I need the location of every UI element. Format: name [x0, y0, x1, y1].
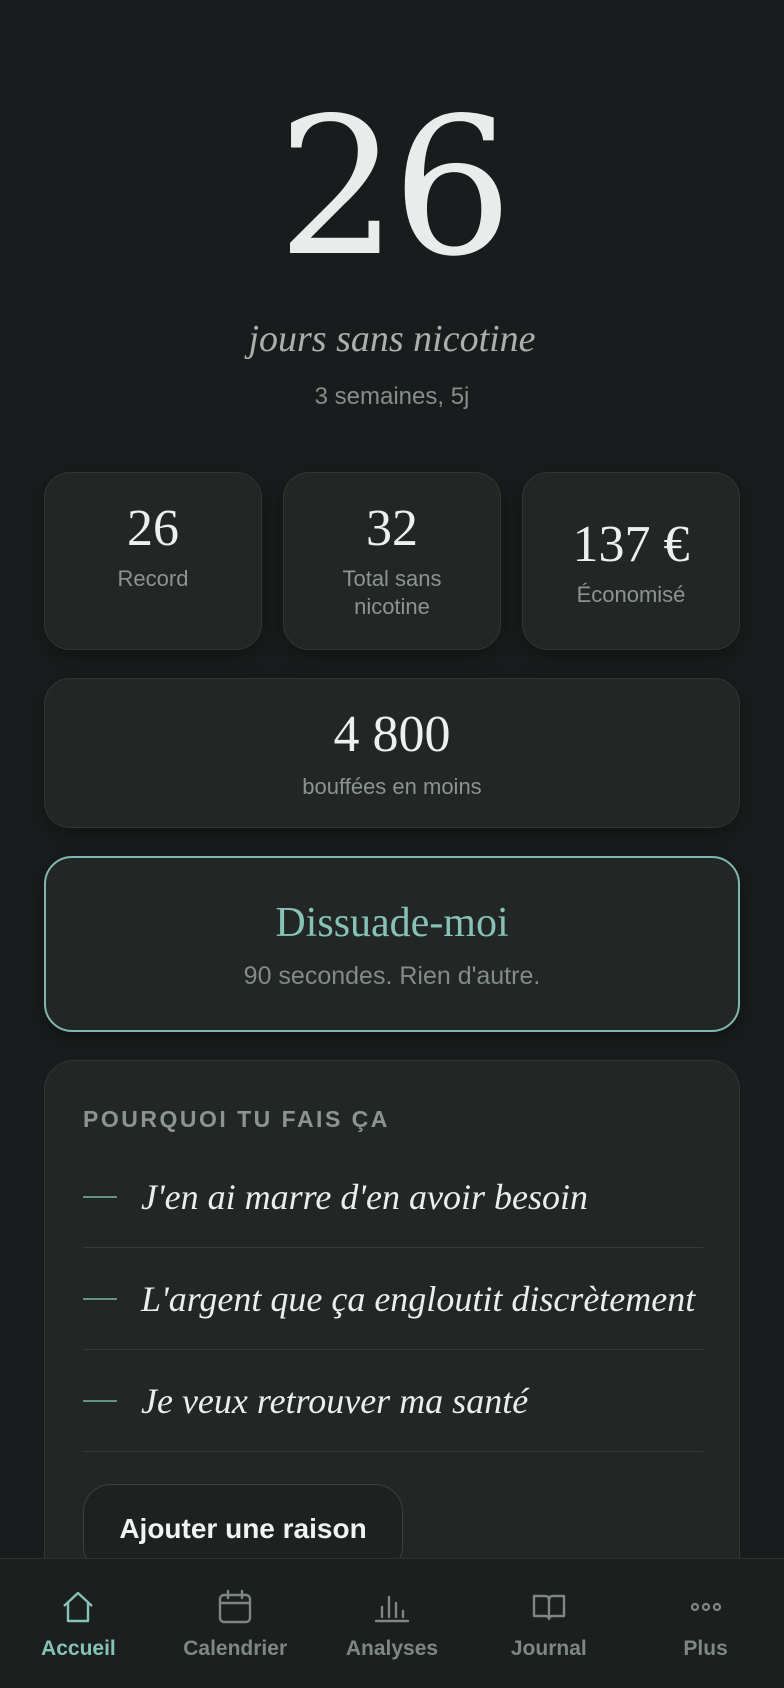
streak-days: 26: [277, 77, 513, 298]
streak-label: jours sans nicotine: [248, 318, 536, 360]
puffs-value: 4 800: [333, 706, 451, 763]
reason-text: L'argent que ça engloutit discrètement: [141, 1278, 696, 1319]
stat-card-record: 26 Record: [44, 472, 262, 650]
stat-value: 32: [366, 500, 418, 557]
tab-analyses[interactable]: Analyses: [314, 1559, 471, 1688]
bottom-tab-bar: Accueil Calendrier Analyses Journal Plus: [0, 1558, 784, 1688]
tab-calendrier[interactable]: Calendrier: [157, 1559, 314, 1688]
stat-card-saved: 137 € Économisé: [522, 472, 740, 650]
bar-chart-icon: [374, 1595, 410, 1623]
home-screen: 26 jours sans nicotine 3 semaines, 5j 26…: [0, 0, 784, 1688]
reason-text: J'en ai marre d'en avoir besoin: [141, 1176, 588, 1217]
puffs-card: 4 800 bouffées en moins: [44, 678, 740, 828]
stat-label: Économisé: [576, 582, 686, 607]
stat-label: Record: [117, 566, 189, 591]
reason-text: Je veux retrouver ma santé: [141, 1380, 529, 1421]
tab-label: Plus: [683, 1637, 728, 1660]
stat-label: Total sans nicotine: [342, 566, 442, 619]
tab-label: Analyses: [345, 1637, 439, 1660]
reason-item: L'argent que ça engloutit discrètement: [83, 1248, 703, 1350]
dissuade-button[interactable]: Dissuade-moi 90 secondes. Rien d'autre.: [44, 856, 740, 1032]
tab-label: Accueil: [41, 1637, 116, 1660]
calendar-icon: [218, 1589, 252, 1624]
book-icon: [532, 1594, 565, 1621]
stat-card-total: 32 Total sans nicotine: [283, 472, 501, 650]
stat-value: 26: [127, 500, 179, 557]
tab-accueil[interactable]: Accueil: [0, 1559, 157, 1688]
tab-label: Journal: [510, 1637, 587, 1660]
reasons-heading: POURQUOI TU FAIS ÇA: [83, 1106, 390, 1132]
tab-plus[interactable]: Plus: [627, 1559, 784, 1688]
dash-icon: [83, 1297, 117, 1300]
dissuade-subtitle: 90 secondes. Rien d'autre.: [243, 962, 541, 990]
tab-journal[interactable]: Journal: [470, 1559, 627, 1688]
dash-icon: [83, 1195, 117, 1198]
home-icon: [63, 1591, 94, 1623]
streak-duration: 3 semaines, 5j: [314, 383, 470, 410]
reason-item: Je veux retrouver ma santé: [83, 1350, 703, 1452]
more-icon: [690, 1602, 721, 1612]
reason-item: J'en ai marre d'en avoir besoin: [83, 1146, 703, 1248]
tab-label: Calendrier: [183, 1637, 288, 1660]
puffs-label: bouffées en moins: [302, 774, 482, 799]
dash-icon: [83, 1399, 117, 1402]
dissuade-title: Dissuade-moi: [275, 900, 509, 946]
stat-value: 137 €: [572, 516, 690, 573]
